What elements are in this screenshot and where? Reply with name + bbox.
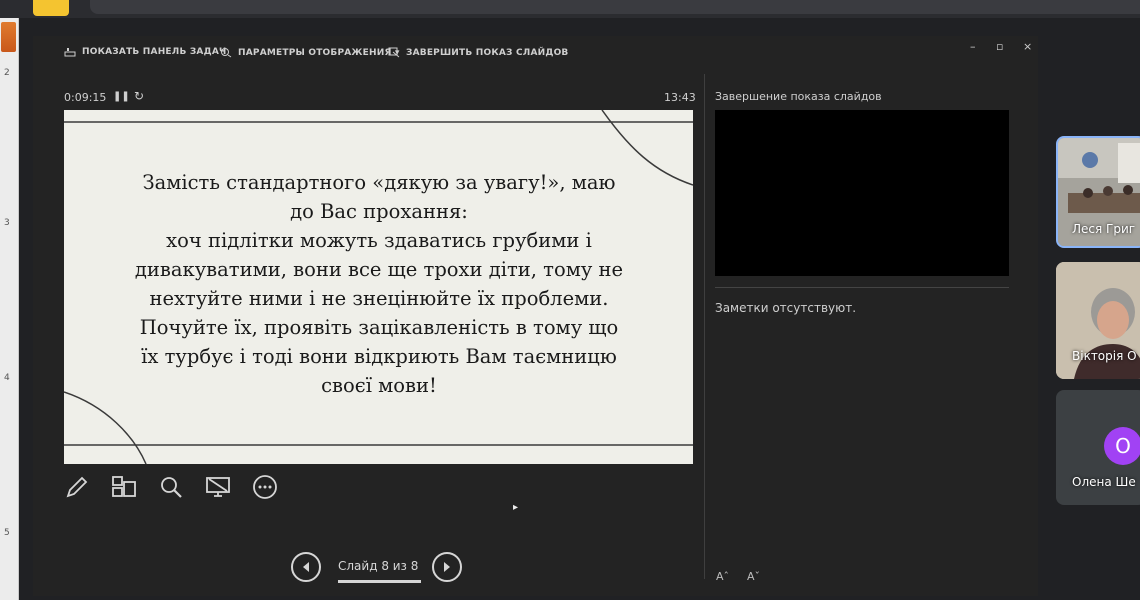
presenter-toolbar: ПОКАЗАТЬ ПАНЕЛЬ ЗАДАЧ ПАРАМЕТРЫ ОТОБРАЖЕ…	[33, 36, 1038, 68]
app-icon[interactable]	[33, 0, 69, 16]
slide-line: Почуйте їх, проявіть зацікавленість в то…	[139, 316, 619, 339]
close-button[interactable]: ×	[1023, 40, 1032, 53]
participant-tile[interactable]: Вікторія О	[1056, 262, 1140, 379]
top-bar	[0, 0, 1140, 18]
end-slideshow-icon	[388, 47, 400, 58]
ruler-mark: 3	[4, 218, 10, 228]
notes-divider	[715, 287, 1009, 288]
previous-icon	[303, 562, 309, 572]
black-screen-icon[interactable]	[205, 474, 231, 500]
increase-font-button[interactable]: Aˆ	[716, 570, 729, 583]
presenter-view: ПОКАЗАТЬ ПАНЕЛЬ ЗАДАЧ ПАРАМЕТРЫ ОТОБРАЖЕ…	[33, 36, 1038, 596]
slide-line: своєї мови!	[321, 374, 437, 397]
slide-line: хоч підлітки можуть здаватись грубими і	[166, 229, 592, 252]
slide-line: Замість стандартного «дякую за увагу!», …	[142, 171, 616, 194]
display-settings-icon	[221, 48, 232, 58]
slide-tools	[64, 474, 278, 504]
ruler-mark: 2	[4, 68, 10, 78]
slide-navigation: Слайд 8 из 8	[291, 550, 471, 586]
current-time: 13:43	[664, 91, 696, 104]
next-slide-label: Завершение показа слайдов	[715, 90, 882, 103]
mouse-cursor-icon: ▸	[513, 502, 519, 513]
minimize-button[interactable]: –	[970, 40, 976, 53]
participant-name: Вікторія О	[1072, 349, 1137, 363]
pause-icon[interactable]: ❚❚	[113, 91, 130, 102]
slide-line: їх турбує і тоді вони відкриють Вам таєм…	[141, 345, 617, 368]
show-taskbar-button[interactable]: ПОКАЗАТЬ ПАНЕЛЬ ЗАДАЧ	[64, 47, 226, 57]
slide-text: Замість стандартного «дякую за увагу!», …	[104, 168, 654, 400]
participant-tile[interactable]: О Олена Ше	[1056, 390, 1140, 505]
powerpoint-logo-icon	[1, 22, 16, 52]
restore-button[interactable]: ▫	[996, 40, 1003, 53]
decrease-font-button[interactable]: Aˇ	[747, 570, 760, 583]
current-slide[interactable]: Замість стандартного «дякую за увагу!», …	[64, 110, 693, 464]
taskbar-icon	[64, 48, 76, 57]
restart-timer-icon[interactable]: ↻	[134, 89, 144, 103]
vertical-ruler: 2 3 4 5	[0, 18, 19, 600]
pane-divider[interactable]	[704, 74, 705, 579]
slide-line: до Вас прохання:	[290, 200, 468, 223]
participant-name: Олена Ше	[1072, 475, 1136, 489]
previous-slide-button[interactable]	[291, 552, 321, 582]
meeting-title-bar	[90, 0, 1140, 14]
slide-counter-underline	[338, 580, 421, 583]
elapsed-timer: 0:09:15	[64, 91, 107, 104]
end-slideshow-label: ЗАВЕРШИТЬ ПОКАЗ СЛАЙДОВ	[406, 47, 569, 58]
next-slide-preview[interactable]	[715, 110, 1009, 276]
next-slide-button[interactable]	[432, 552, 462, 582]
see-all-slides-icon[interactable]	[111, 474, 137, 500]
participant-name: Леся Григ	[1072, 222, 1136, 236]
ruler-mark: 4	[4, 373, 10, 383]
zoom-icon[interactable]	[158, 474, 184, 500]
slide-line: дивакуватими, вони все ще трохи діти, то…	[134, 258, 624, 281]
participant-tile[interactable]: Леся Григ	[1056, 136, 1140, 248]
display-settings-label: ПАРАМЕТРЫ ОТОБРАЖЕНИЯ ▾	[238, 47, 400, 58]
pen-icon[interactable]	[64, 474, 90, 500]
more-options-icon[interactable]	[252, 474, 278, 500]
ruler-mark: 5	[4, 528, 10, 538]
next-icon	[444, 562, 450, 572]
participant-avatar: О	[1104, 427, 1140, 465]
slide-line: нехтуйте ними і не знецінюйте їх проблем…	[149, 287, 609, 310]
show-taskbar-label: ПОКАЗАТЬ ПАНЕЛЬ ЗАДАЧ	[82, 47, 227, 57]
display-settings-button[interactable]: ПАРАМЕТРЫ ОТОБРАЖЕНИЯ ▾	[220, 47, 400, 58]
slide-counter[interactable]: Слайд 8 из 8	[338, 559, 418, 573]
end-slideshow-button[interactable]: ЗАВЕРШИТЬ ПОКАЗ СЛАЙДОВ	[388, 47, 568, 58]
notes-font-controls: Aˆ Aˇ	[716, 570, 760, 583]
speaker-notes: Заметки отсутствуют.	[715, 301, 857, 315]
